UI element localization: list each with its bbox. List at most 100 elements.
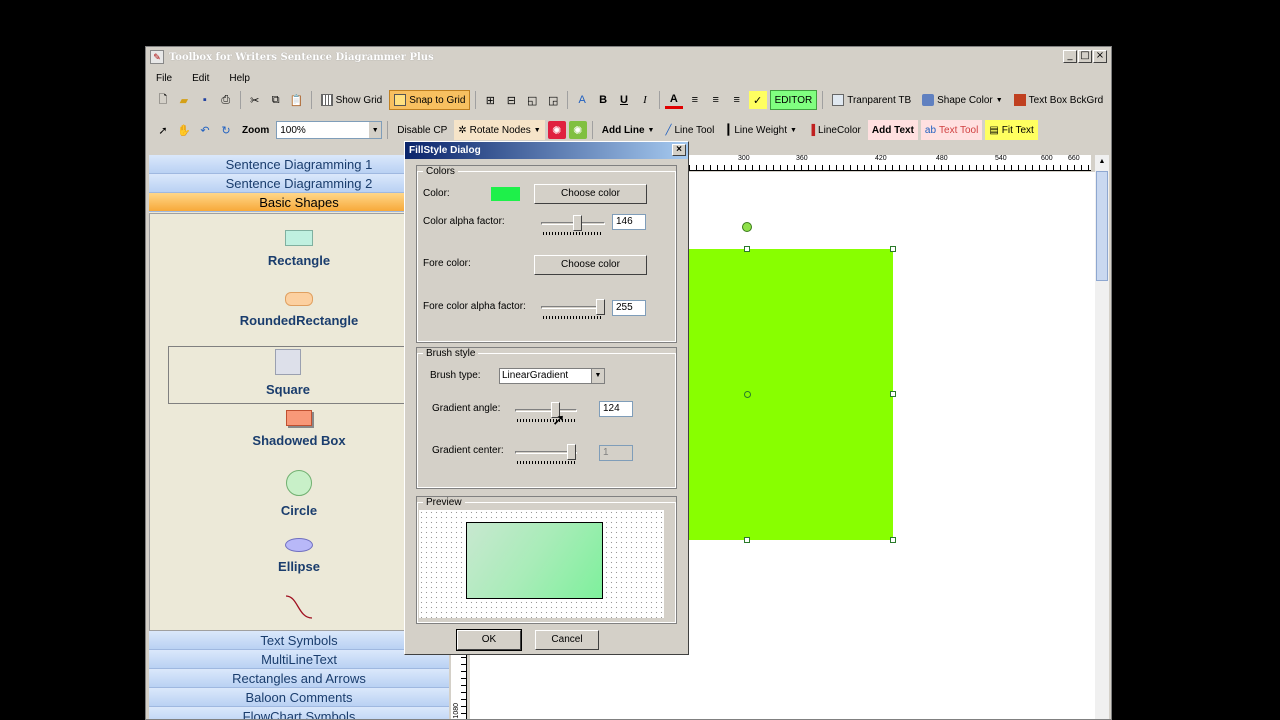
ruler-tick: 540 [995, 155, 1007, 162]
paint-bucket-icon [922, 94, 935, 106]
align-left-shapes-icon[interactable]: ⊞ [481, 91, 499, 109]
toolbar-secondary: ➚ ✋ ↶ ↻ Zoom 100% ▼ Disable CP ✲ Rotate No… [154, 119, 1107, 141]
ruler-tick: 360 [796, 155, 808, 162]
disable-cp-button[interactable]: Disable CP [393, 120, 451, 140]
color-alpha-slider[interactable] [541, 214, 605, 236]
add-text-button[interactable]: Add Text [867, 120, 918, 140]
menu-file[interactable]: File [156, 73, 172, 84]
align-right-text-icon[interactable]: ≡ [728, 91, 746, 109]
center-point [744, 391, 751, 398]
rotate-nodes-button[interactable]: ✲ Rotate Nodes ▼ [454, 120, 545, 140]
align-left-text-icon[interactable]: ≡ [686, 91, 704, 109]
align-center-text-icon[interactable]: ≡ [707, 91, 725, 109]
transparent-icon [832, 94, 845, 106]
line-weight-button[interactable]: ┃ Line Weight ▼ [721, 120, 801, 140]
scroll-up-icon[interactable]: ▲ [1095, 155, 1109, 169]
resize-handle[interactable] [890, 537, 896, 543]
font-icon[interactable]: A [573, 91, 591, 109]
show-grid-button[interactable]: Show Grid [317, 90, 387, 110]
gradient-angle-label: Gradient angle: [432, 403, 501, 414]
shape-square[interactable]: Square [168, 346, 408, 404]
text-tool-button[interactable]: ab Text Tool [920, 120, 983, 140]
pointer-icon[interactable]: ➚ [154, 121, 172, 139]
maximize-button[interactable]: □ [1078, 50, 1092, 63]
preview-shape [466, 522, 603, 599]
green-gear-icon[interactable]: ✺ [568, 121, 587, 139]
separator [387, 121, 389, 139]
underline-button[interactable]: U [615, 91, 633, 109]
brush-type-select[interactable]: LinearGradient ▼ [499, 368, 605, 384]
slider-thumb[interactable] [596, 299, 605, 315]
ruler-tick: 600 [1041, 155, 1053, 162]
transparent-tb-button[interactable]: Tranparent TB [828, 90, 915, 110]
line-weight-icon: ┃ [725, 124, 732, 136]
red-gear-icon[interactable]: ✺ [547, 121, 566, 139]
slider-thumb[interactable] [573, 215, 582, 231]
choose-color-button[interactable]: Choose color [534, 184, 647, 204]
spellcheck-icon[interactable]: ✓ [748, 91, 767, 109]
open-folder-icon[interactable]: ▰ [175, 91, 193, 109]
paste-icon[interactable]: 📋 [288, 91, 306, 109]
new-file-icon[interactable]: 🗋 [154, 91, 172, 109]
shape-color-button[interactable]: Shape Color ▼ [918, 90, 1007, 110]
category-flowchart-symbols[interactable]: FlowChart Symbols [149, 707, 449, 719]
preview-label: Preview [426, 497, 462, 508]
resize-handle[interactable] [744, 246, 750, 252]
text-box-bkgrd-button[interactable]: Text Box BckGrd [1010, 90, 1107, 110]
shape-color-label: Shape Color [937, 94, 993, 106]
category-rectangles-and-arrows[interactable]: Rectangles and Arrows [149, 669, 449, 688]
rotate-icon: ✲ [458, 124, 467, 136]
line-color-button[interactable]: ▐ LineColor [804, 120, 865, 140]
italic-button[interactable]: I [636, 91, 654, 109]
choose-fore-color-button[interactable]: Choose color [534, 255, 647, 275]
fore-color-swatch [491, 257, 520, 271]
scroll-thumb[interactable] [1096, 171, 1108, 281]
vertical-scrollbar[interactable]: ▲ [1095, 155, 1109, 719]
fit-text-label: Fit Text [1001, 124, 1034, 136]
slider-thumb[interactable] [567, 444, 576, 460]
gradient-angle-slider[interactable] [515, 401, 577, 423]
snap-to-grid-button[interactable]: Snap to Grid [389, 90, 471, 110]
menu-edit[interactable]: Edit [192, 73, 209, 84]
resize-handle[interactable] [744, 537, 750, 543]
ok-button[interactable]: OK [456, 629, 522, 651]
gradient-angle-input[interactable]: 124 [599, 401, 633, 417]
align-top-shapes-icon[interactable]: ⊟ [502, 91, 520, 109]
line-tool-button[interactable]: ╱ Line Tool [661, 120, 718, 140]
line-icon: ╱ [665, 124, 672, 136]
hand-icon[interactable]: ✋ [175, 121, 193, 139]
save-icon[interactable]: ▪ [196, 91, 214, 109]
color-alpha-input[interactable]: 146 [612, 214, 646, 230]
send-back-icon[interactable]: ◲ [544, 91, 562, 109]
bold-button[interactable]: B [594, 91, 612, 109]
cut-icon[interactable]: ✂ [246, 91, 264, 109]
font-color-button[interactable]: A [664, 91, 683, 109]
fore-alpha-slider[interactable] [541, 298, 605, 320]
undo-icon[interactable]: ↶ [196, 121, 214, 139]
color-swatch [491, 187, 520, 201]
fore-alpha-input[interactable]: 255 [612, 300, 646, 316]
shadowed-box-icon [286, 410, 312, 426]
close-button[interactable]: × [1093, 50, 1107, 63]
editor-button[interactable]: EDITOR [769, 90, 818, 110]
line-color-label: LineColor [818, 124, 861, 136]
dialog-close-button[interactable]: × [672, 144, 686, 156]
redo-icon[interactable]: ↻ [217, 121, 235, 139]
category-baloon-comments[interactable]: Baloon Comments [149, 688, 449, 707]
rotation-handle[interactable] [742, 222, 752, 232]
fit-text-button[interactable]: ▤ Fit Text [985, 120, 1038, 140]
minimize-button[interactable]: _ [1063, 50, 1077, 63]
selected-square-shape[interactable] [686, 249, 893, 540]
resize-handle[interactable] [890, 391, 896, 397]
resize-handle[interactable] [890, 246, 896, 252]
copy-icon[interactable]: ⧉ [267, 91, 285, 109]
gradient-center-slider[interactable] [515, 443, 577, 465]
zoom-select[interactable]: 100% ▼ [276, 121, 383, 139]
separator [239, 91, 241, 109]
cancel-button[interactable]: Cancel [535, 630, 599, 650]
menu-help[interactable]: Help [229, 73, 250, 84]
print-icon[interactable]: ⎙ [217, 91, 235, 109]
gradient-center-label: Gradient center: [432, 445, 504, 456]
bring-front-icon[interactable]: ◱ [523, 91, 541, 109]
add-line-button[interactable]: Add Line ▼ [598, 120, 659, 140]
